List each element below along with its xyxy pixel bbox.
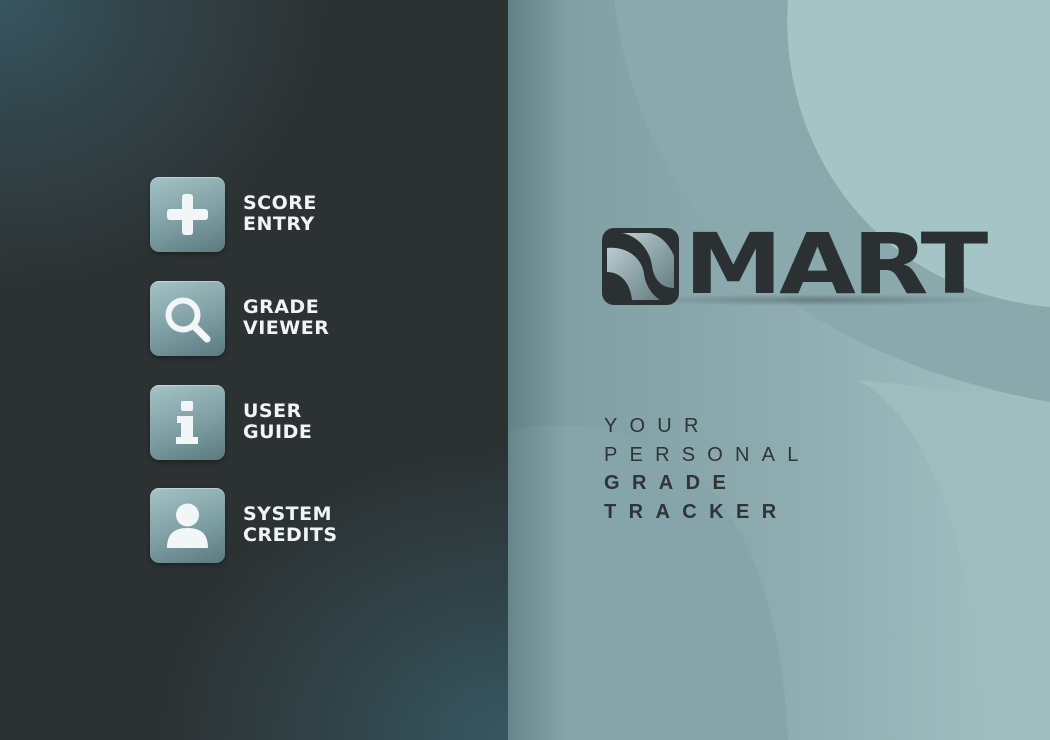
tagline-line4: TRACKER <box>604 500 789 523</box>
menu-label-line1: SYSTEM <box>243 503 332 525</box>
info-icon <box>176 400 198 444</box>
background-pattern <box>508 0 1050 740</box>
tagline-line2: PERSONAL <box>604 443 811 466</box>
score-entry-label: SCORE ENTRY <box>243 193 317 235</box>
tagline-line1: YOUR <box>604 415 711 437</box>
user-guide-label: USER GUIDE <box>243 401 312 443</box>
score-entry-tile[interactable] <box>150 176 225 252</box>
magnifier-icon <box>165 297 211 342</box>
menu-label-line2: GUIDE <box>243 421 313 443</box>
branding-panel: MART YOUR PERSONAL GRADE TRACKER <box>508 0 1050 740</box>
menu-label-line2: VIEWER <box>243 317 330 339</box>
menu-label-line1: SCORE <box>243 192 317 214</box>
person-icon <box>167 503 208 548</box>
grade-viewer-label: GRADE VIEWER <box>243 297 329 339</box>
s-logo-icon <box>602 228 679 305</box>
grade-viewer-button[interactable]: GRADE VIEWER <box>150 280 410 356</box>
plus-icon <box>167 193 208 235</box>
system-credits-button[interactable]: SYSTEM CREDITS <box>150 487 410 563</box>
user-guide-button[interactable]: USER GUIDE <box>150 384 410 460</box>
menu-label-line2: CREDITS <box>243 524 338 546</box>
app-window: SCORE ENTRY GRADE VIEWER USER GUIDE SYST… <box>0 0 1050 740</box>
system-credits-tile[interactable] <box>150 487 225 563</box>
brand-wordmark: MART <box>684 215 988 313</box>
menu-label-line1: USER <box>243 400 302 422</box>
tagline-line3: GRADE <box>604 472 739 494</box>
tagline: YOUR PERSONAL GRADE TRACKER <box>604 412 811 526</box>
menu-label-line2: ENTRY <box>243 213 315 235</box>
user-guide-tile[interactable] <box>150 384 225 460</box>
menu-panel: SCORE ENTRY GRADE VIEWER USER GUIDE SYST… <box>0 0 508 740</box>
score-entry-button[interactable]: SCORE ENTRY <box>150 176 410 252</box>
smart-logo: MART <box>602 222 1002 308</box>
grade-viewer-tile[interactable] <box>150 280 225 356</box>
menu-label-line1: GRADE <box>243 296 320 318</box>
system-credits-label: SYSTEM CREDITS <box>243 504 338 546</box>
